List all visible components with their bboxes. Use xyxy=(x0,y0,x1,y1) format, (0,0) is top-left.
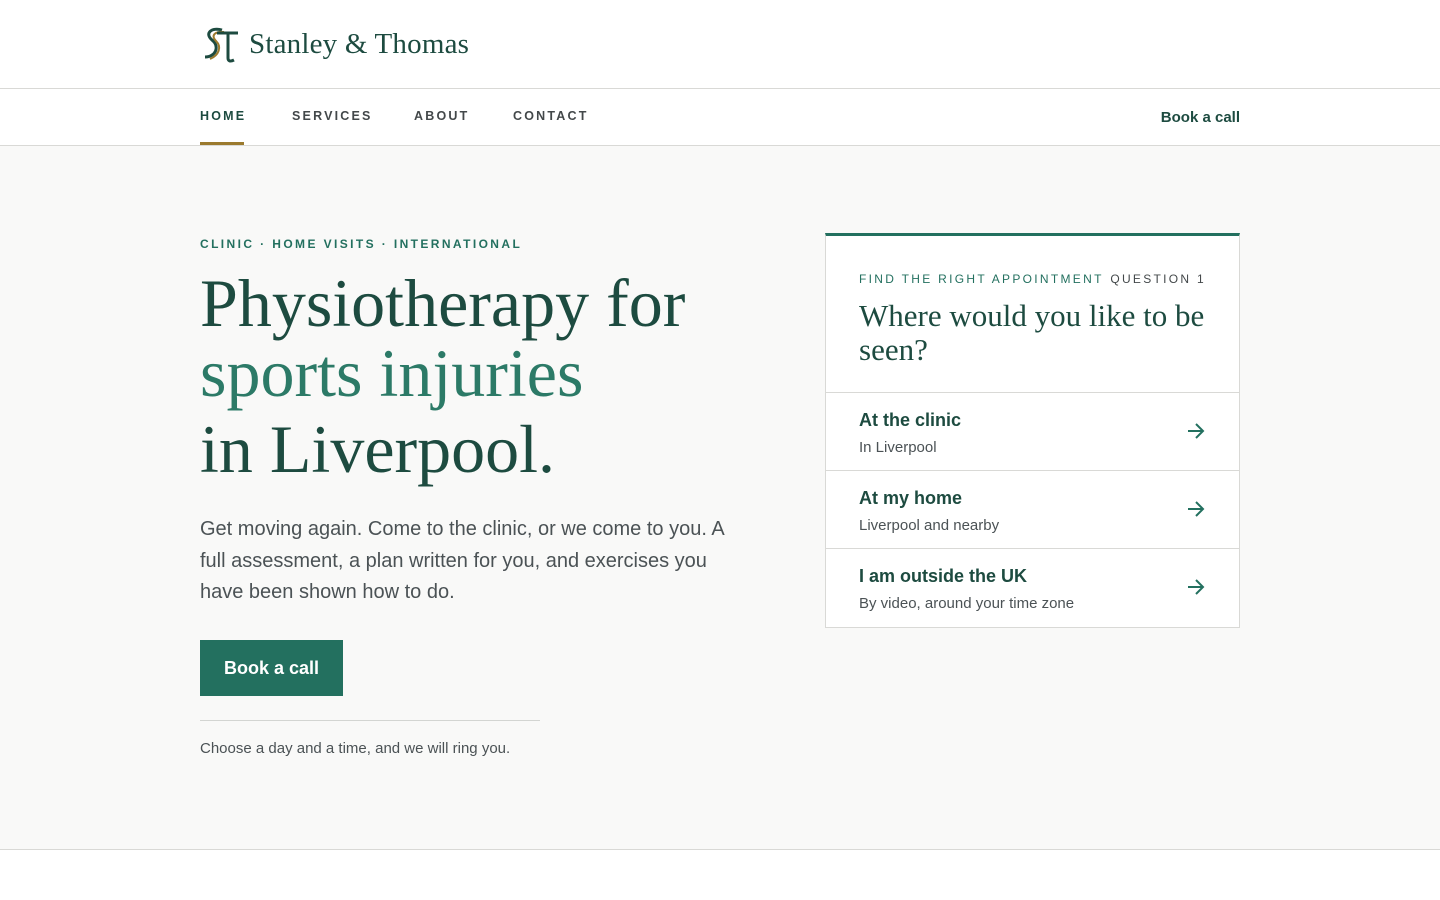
active-nav-indicator xyxy=(200,142,244,145)
brand-header: Stanley & Thomas xyxy=(0,0,1440,88)
hero-headline: Physiotherapy for sports injuries in Liv… xyxy=(200,268,685,484)
finder-header: FIND THE RIGHT APPOINTMENT QUESTION 1 Wh… xyxy=(826,236,1239,393)
option-subtitle: In Liverpool xyxy=(859,439,937,456)
finder-question: Where would you like to be seen? xyxy=(859,298,1205,367)
nav-home[interactable]: HOME xyxy=(200,109,246,123)
option-title: At the clinic xyxy=(859,410,962,430)
arrow-right-icon xyxy=(1188,579,1205,595)
appointment-finder-card: FIND THE RIGHT APPOINTMENT QUESTION 1 Wh… xyxy=(825,233,1240,628)
arrow-right-icon xyxy=(1188,501,1205,517)
option-clinic[interactable]: At the clinic In Liverpool xyxy=(826,393,1239,471)
option-home[interactable]: At my home Liverpool and nearby xyxy=(826,471,1239,549)
logo[interactable]: Stanley & Thomas xyxy=(200,24,469,64)
nav-book-call-link[interactable]: Book a call xyxy=(1161,109,1240,126)
hero-description: Get moving again. Come to the clinic, or… xyxy=(200,518,724,603)
option-outside-uk[interactable]: I am outside the UK By video, around you… xyxy=(826,549,1239,627)
booking-note: Choose a day and a time, and we will rin… xyxy=(200,740,511,757)
finder-eyebrow: FIND THE RIGHT APPOINTMENT xyxy=(859,272,1104,286)
st-monogram-icon xyxy=(204,27,238,63)
headline-line-2: sports injuries xyxy=(200,335,584,411)
hero-section: CLINIC · HOME VISITS · INTERNATIONAL Phy… xyxy=(0,146,1440,850)
main-nav: HOME SERVICES ABOUT CONTACT Book a call xyxy=(0,88,1440,146)
hero-eyebrow: CLINIC · HOME VISITS · INTERNATIONAL xyxy=(200,237,523,251)
headline-line-3: in Liverpool. xyxy=(200,411,556,487)
option-subtitle: Liverpool and nearby xyxy=(859,517,1000,534)
headline-line-1: Physiotherapy for xyxy=(200,265,686,341)
option-title: I am outside the UK xyxy=(859,566,1028,586)
option-title: At my home xyxy=(859,488,963,508)
brand-name: Stanley & Thomas xyxy=(249,27,470,60)
nav-services[interactable]: SERVICES xyxy=(292,109,373,123)
option-subtitle: By video, around your time zone xyxy=(859,595,1075,612)
nav-contact[interactable]: CONTACT xyxy=(513,109,589,123)
divider xyxy=(200,720,540,721)
book-call-button[interactable]: Book a call xyxy=(200,640,343,696)
arrow-right-icon xyxy=(1188,423,1205,439)
finder-step: QUESTION 1 xyxy=(1110,272,1206,286)
nav-about[interactable]: ABOUT xyxy=(414,109,469,123)
